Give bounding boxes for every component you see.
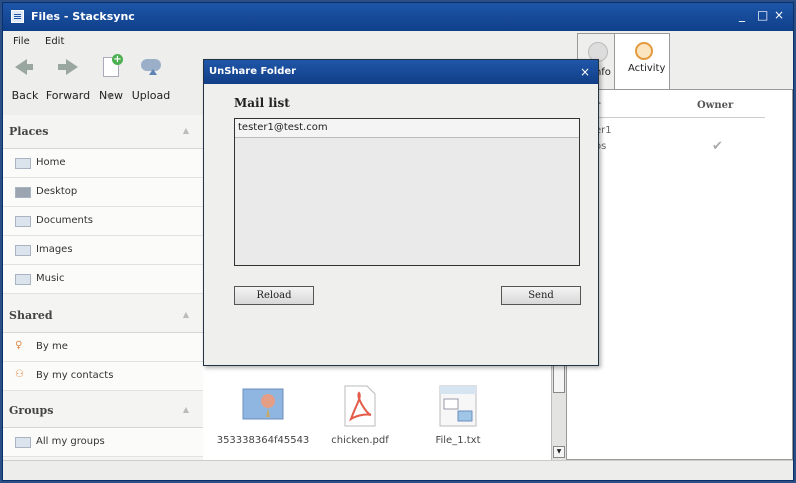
new-button[interactable]: + New ▼ — [97, 51, 125, 102]
contacts-icon: ⚇ — [15, 369, 24, 380]
tab-activity-label: Activity — [628, 63, 666, 74]
places-title: Places — [9, 125, 49, 138]
file-browser: 353338364f45543 chicken.pdf File_1.txt — [203, 363, 555, 460]
clock-icon — [635, 42, 653, 60]
reload-button[interactable]: Reload — [234, 286, 314, 305]
sidebar-item-desktop[interactable]: Desktop — [3, 178, 203, 207]
owner-check-icon: ✔ — [712, 139, 723, 154]
groups-folder-icon — [15, 437, 31, 448]
image-file-icon — [242, 385, 284, 427]
upload-button[interactable]: Upload — [131, 51, 171, 102]
file-scrollbar[interactable]: ▼ — [551, 363, 566, 460]
sidebar-item-label: Music — [36, 273, 65, 284]
unshare-folder-dialog: UnShare Folder × Mail list tester1@test.… — [203, 59, 599, 366]
list-item[interactable]: tester1@test.com — [235, 119, 579, 138]
dialog-title: UnShare Folder — [209, 66, 297, 77]
upload-label: Upload — [131, 89, 171, 102]
owner-column-header: Owner — [697, 100, 734, 111]
close-button[interactable]: × — [774, 8, 784, 22]
minimize-button[interactable]: _ — [739, 8, 745, 22]
mail-list[interactable]: tester1@test.com — [234, 118, 580, 266]
back-arrow-icon — [15, 59, 33, 75]
back-label: Back — [11, 89, 39, 102]
forward-arrow-icon — [58, 59, 78, 75]
tab-activity[interactable]: Activity — [614, 33, 670, 90]
forward-button[interactable]: Forward — [45, 51, 91, 102]
sidebar: Places ▲ Home Desktop Documents Images M… — [3, 115, 203, 460]
sidebar-item-documents[interactable]: Documents — [3, 207, 203, 236]
new-dropdown-caret-icon[interactable]: ▼ — [107, 93, 112, 101]
window-title: Files - Stacksync — [31, 10, 135, 23]
desktop-folder-icon — [15, 187, 31, 198]
sidebar-item-label: Documents — [36, 215, 94, 226]
scroll-down-icon[interactable]: ▼ — [553, 446, 565, 458]
send-button[interactable]: Send — [501, 286, 581, 305]
text-file-icon — [437, 385, 479, 427]
sidebar-item-by-me[interactable]: ♀ By me — [3, 333, 203, 362]
home-folder-icon — [15, 158, 31, 169]
sidebar-item-music[interactable]: Music — [3, 265, 203, 294]
documents-folder-icon — [15, 216, 31, 227]
sidebar-item-label: By me — [36, 341, 68, 352]
forward-label: Forward — [45, 89, 91, 102]
dialog-title-bar: UnShare Folder × — [204, 60, 598, 84]
sidebar-item-label: Images — [36, 244, 73, 255]
user-icon: ♀ — [15, 340, 23, 351]
title-bar: Files - Stacksync _ □ × — [3, 3, 793, 31]
menu-bar: File Edit — [3, 31, 563, 51]
menu-edit[interactable]: Edit — [45, 36, 64, 47]
collapse-shared-icon[interactable]: ▲ — [183, 310, 189, 319]
main-window: Files - Stacksync _ □ × File Edit Back F… — [2, 2, 794, 481]
sidebar-item-label: By my contacts — [36, 370, 114, 381]
file-name: chicken.pdf — [331, 435, 389, 446]
shared-section-header[interactable]: Shared ▲ — [3, 299, 203, 333]
plus-icon: + — [112, 54, 123, 65]
pdf-file-icon — [339, 385, 381, 427]
sidebar-item-images[interactable]: Images — [3, 236, 203, 265]
status-bar — [3, 460, 793, 480]
toolbar: Back Forward + New ▼ Upload — [3, 51, 203, 111]
dialog-close-icon[interactable]: × — [580, 65, 590, 79]
menu-file[interactable]: File — [13, 36, 30, 47]
collapse-places-icon[interactable]: ▲ — [183, 126, 189, 135]
sidebar-item-all-my-groups[interactable]: All my groups — [3, 428, 203, 457]
groups-title: Groups — [9, 404, 54, 417]
music-folder-icon — [15, 274, 31, 285]
sidebar-item-label: Home — [36, 157, 66, 168]
sidebar-item-label: Desktop — [36, 186, 78, 197]
file-name: 353338364f45543 — [216, 435, 310, 446]
maximize-button[interactable]: □ — [757, 8, 768, 22]
groups-section-header[interactable]: Groups ▲ — [3, 394, 203, 428]
file-name: File_1.txt — [435, 435, 481, 446]
file-item[interactable]: 353338364f45543 — [215, 385, 311, 446]
sidebar-item-home[interactable]: Home — [3, 149, 203, 178]
back-button[interactable]: Back — [10, 51, 40, 102]
sidebar-item-by-my-contacts[interactable]: ⚇ By my contacts — [3, 362, 203, 391]
collapse-groups-icon[interactable]: ▲ — [183, 405, 189, 414]
images-folder-icon — [15, 245, 31, 256]
mail-list-label: Mail list — [234, 96, 290, 110]
shared-title: Shared — [9, 309, 53, 322]
places-section-header[interactable]: Places ▲ — [3, 115, 203, 149]
file-item[interactable]: chicken.pdf — [325, 385, 395, 446]
app-icon — [11, 10, 24, 23]
upload-cloud-icon — [141, 59, 161, 75]
file-item[interactable]: File_1.txt — [423, 385, 493, 446]
mail-address: tester1@test.com — [238, 122, 328, 133]
scrollbar-thumb[interactable] — [553, 363, 565, 393]
details-panel: r Owner er1 os ✔ — [566, 89, 793, 460]
sidebar-item-label: All my groups — [36, 436, 105, 447]
